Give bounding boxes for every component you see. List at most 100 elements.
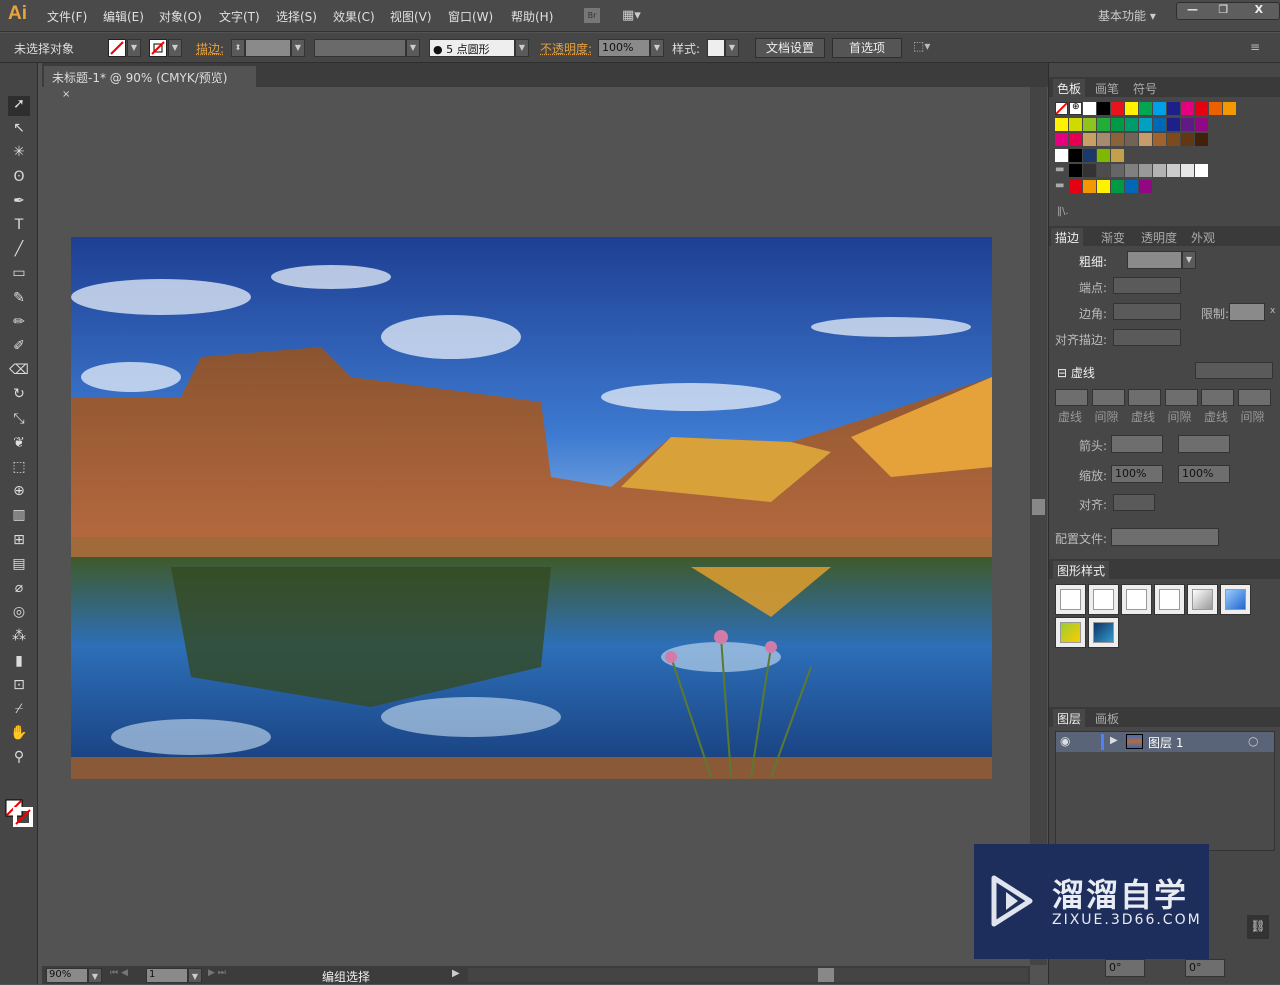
weight-input[interactable] [1127,251,1182,269]
close-tab-icon[interactable]: × [62,89,70,100]
swatch[interactable] [1139,179,1152,193]
brush-definition[interactable]: ● 5 点圆形 [429,39,515,57]
shape-builder-icon[interactable]: ⊕ [8,483,30,503]
swatch[interactable] [1111,133,1124,146]
stroke-swatch[interactable] [149,39,167,57]
isolate-icon[interactable]: ⬚▾ [913,39,930,53]
swatch[interactable] [1139,102,1152,115]
horizontal-scrollbar[interactable] [468,968,1028,982]
gradient-tool-icon[interactable]: ▤ [8,556,30,576]
preferences-button[interactable]: 首选项 [832,38,902,58]
type-tool-icon[interactable]: T [8,217,30,237]
document-setup-button[interactable]: 文档设置 [755,38,825,58]
symbol-sprayer-icon[interactable]: ⁂ [8,628,30,648]
dash-input[interactable] [1055,389,1088,406]
style-swatch[interactable] [707,39,725,57]
swatch[interactable] [1069,164,1082,177]
fill-dropdown[interactable]: ▼ [127,39,141,57]
swatch[interactable] [1139,117,1152,131]
graphic-style-swatch[interactable] [1121,584,1152,615]
swatch[interactable] [1083,164,1096,177]
graphic-style-swatch[interactable] [1088,617,1119,648]
swatch-group-folder-icon[interactable]: ▬ [1055,164,1064,175]
eraser-icon[interactable]: ⌫ [8,362,30,382]
arrange-documents-icon[interactable]: ▦▾ [622,8,648,23]
zoom-input[interactable]: 90% [46,968,88,983]
artboard-number-input[interactable]: 1 [146,968,188,983]
graphic-style-swatch[interactable] [1187,584,1218,615]
swatch[interactable] [1083,102,1096,115]
hand-tool-icon[interactable]: ✋ [8,725,30,745]
stroke-label[interactable]: 描边: [196,40,224,57]
menu-8[interactable]: 帮助(H) [511,8,553,25]
rectangle-tool-icon[interactable]: ▭ [8,265,30,285]
start-arrowhead-select[interactable] [1111,435,1163,453]
swatch[interactable] [1209,102,1222,115]
swatch[interactable] [1125,133,1138,146]
weight-dropdown[interactable]: ▼ [1182,251,1196,269]
column-graph-icon[interactable]: ▮ [8,653,30,673]
swatch[interactable] [1111,148,1124,162]
bridge-button[interactable]: Br [584,8,600,23]
swatch[interactable] [1195,102,1208,115]
menu-6[interactable]: 视图(V) [390,8,432,25]
next-artboard-icon[interactable]: ▶ ⏭ [208,968,226,978]
swatch[interactable] [1097,179,1110,193]
scale-tool-icon[interactable]: ⤡ [8,411,30,431]
tab-symbols[interactable]: 符号 [1129,79,1161,98]
document-tab[interactable]: 未标题-1* @ 90% (CMYK/预览) × [44,66,256,100]
menu-3[interactable]: 文字(T) [219,8,260,25]
end-arrowhead-select[interactable] [1178,435,1230,453]
pencil-icon[interactable]: ✏ [8,314,30,334]
arrow-align-buttons[interactable] [1113,494,1155,511]
dash-input[interactable] [1128,389,1161,406]
style-dropdown[interactable]: ▼ [725,39,739,57]
swatch[interactable] [1097,102,1110,115]
paintbrush-icon[interactable]: ✎ [8,290,30,310]
menu-7[interactable]: 窗口(W) [448,8,493,25]
warp-tool-icon[interactable]: ❦ [8,435,30,455]
dash-align-buttons[interactable] [1195,362,1273,379]
profile-select[interactable] [1111,528,1219,546]
swatch[interactable] [1181,164,1194,177]
fill-stroke-indicator[interactable] [5,799,33,827]
lasso-icon[interactable]: ʘ [8,169,30,189]
swatch[interactable] [1083,179,1096,193]
magic-wand-icon[interactable]: ✳ [8,144,30,164]
zoom-dropdown[interactable]: ▼ [88,968,102,983]
swatch[interactable] [1083,117,1096,131]
limit-input[interactable] [1229,303,1265,321]
blend-tool-icon[interactable]: ◎ [8,604,30,624]
start-scale-input[interactable]: 100% [1111,465,1163,483]
swatch[interactable] [1181,102,1194,115]
swatch[interactable] [1069,148,1082,162]
swatch[interactable] [1111,179,1124,193]
vertical-scrollbar[interactable] [1030,87,1047,965]
eyedropper-icon[interactable]: ⌀ [8,580,30,600]
gap-input[interactable] [1091,389,1125,406]
artboard-dropdown[interactable]: ▼ [188,968,202,983]
cap-buttons[interactable] [1113,277,1181,294]
menu-2[interactable]: 对象(O) [159,8,202,25]
profile-dropdown[interactable]: ▼ [406,39,420,57]
tab-graphic-styles[interactable]: 图形样式 [1053,561,1110,580]
corner-buttons[interactable] [1113,303,1181,320]
swatch[interactable] [1055,148,1068,162]
rotate-tool-icon[interactable]: ↻ [8,386,30,406]
line-tool-icon[interactable]: ╱ [8,241,30,261]
stroke-weight-dropdown[interactable]: ▼ [291,39,305,57]
rotate-angle-input[interactable]: 0° [1185,959,1225,977]
swatch[interactable] [1055,133,1068,146]
swatch[interactable] [1097,164,1110,177]
variable-width-profile[interactable] [314,39,406,57]
swatch[interactable] [1083,133,1096,146]
panel-menu-icon[interactable]: ≡ [1250,40,1260,54]
swatch[interactable] [1139,164,1152,177]
swatch[interactable] [1167,164,1180,177]
close-button[interactable]: X [1239,3,1279,19]
target-icon[interactable]: ○ [1248,734,1258,748]
swatch-library-icon[interactable]: ‖\. [1057,206,1069,217]
opacity-dropdown[interactable]: ▼ [650,39,664,57]
scroll-thumb[interactable] [1032,499,1045,515]
current-tool-status[interactable]: 编组选择 [322,968,370,985]
